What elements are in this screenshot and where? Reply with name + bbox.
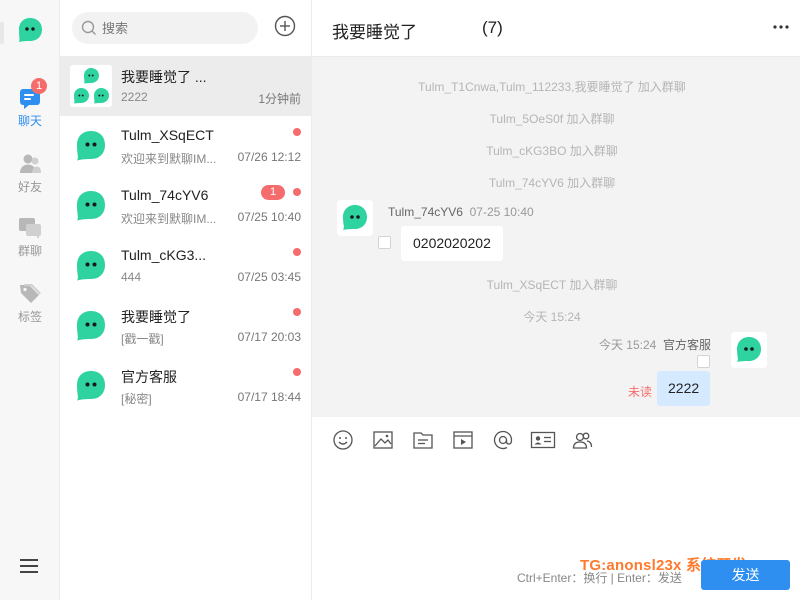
mention-icon[interactable] bbox=[492, 429, 514, 451]
select-message-checkbox[interactable] bbox=[697, 355, 710, 368]
message-bubble-incoming[interactable]: 0202020202 bbox=[401, 226, 503, 261]
conversation-name: Tulm_74cYV6 bbox=[121, 187, 209, 203]
member-count: (7) bbox=[482, 18, 503, 37]
nav-item-chat[interactable]: 1 聊天 bbox=[0, 78, 60, 136]
select-message-checkbox[interactable] bbox=[378, 236, 391, 249]
nav-label-chat: 聊天 bbox=[17, 114, 42, 128]
user-avatar bbox=[77, 251, 105, 281]
nav-label-group-chat: 群聊 bbox=[17, 244, 42, 258]
conversation-preview: [秘密] bbox=[121, 392, 152, 406]
conversation-preview: 欢迎来到默聊IM... bbox=[121, 152, 217, 166]
message-input[interactable] bbox=[328, 463, 784, 553]
conversation-item[interactable]: 我要睡觉了 [戳一戳] 07/17 20:03 bbox=[60, 296, 312, 356]
emoji-icon[interactable] bbox=[332, 429, 354, 451]
chat-panel: 我要睡觉了 (7) Tulm_T1Cnwa,Tulm_112233,我要睡觉了 … bbox=[312, 0, 800, 600]
conversation-name: 我要睡觉了 ... bbox=[121, 69, 207, 85]
unread-dot bbox=[293, 248, 301, 256]
conversation-preview: [戳一戳] bbox=[121, 332, 164, 346]
conversation-item[interactable]: Tulm_cKG3... 444 07/25 03:45 bbox=[60, 236, 312, 296]
composer-toolbar bbox=[312, 417, 800, 463]
system-message: Tulm_XSqECT 加入群聊 bbox=[486, 278, 618, 292]
conversation-name: 官方客服 bbox=[121, 369, 177, 385]
nav-item-tags[interactable]: 标签 bbox=[0, 282, 60, 332]
unread-dot bbox=[293, 128, 301, 136]
system-message: Tulm_T1Cnwa,Tulm_112233,我要睡觉了 加入群聊 bbox=[418, 80, 686, 94]
search-box[interactable] bbox=[72, 12, 258, 44]
unread-dot bbox=[293, 308, 301, 316]
conversation-list-panel: 我要睡觉了 ... 2222 1分钟前 Tulm_XSqECT 欢迎来到默聊IM… bbox=[60, 0, 312, 600]
im-app-window: 1 聊天 好友 群聊 标签 搜索 我要睡觉了 ... 2222 1分钟前 Tul… bbox=[0, 0, 800, 600]
user-avatar bbox=[77, 371, 105, 401]
message-meta: 今天 15:24 官方客服 bbox=[599, 336, 711, 353]
message-sender: 官方客服 bbox=[662, 338, 711, 352]
user-avatar bbox=[77, 131, 105, 161]
user-avatar bbox=[77, 191, 105, 221]
message-list: Tulm_T1Cnwa,Tulm_112233,我要睡觉了 加入群聊 Tulm_… bbox=[312, 57, 800, 417]
chat-header: 我要睡觉了 (7) bbox=[312, 0, 800, 57]
video-icon[interactable] bbox=[452, 429, 474, 451]
system-message: Tulm_74cYV6 加入群聊 bbox=[488, 176, 616, 190]
chat-unread-badge: 1 bbox=[31, 78, 47, 94]
tag-icon bbox=[20, 284, 41, 303]
conversation-time: 07/26 12:12 bbox=[237, 150, 301, 164]
conversation-name: Tulm_XSqECT bbox=[121, 127, 214, 143]
nav-item-friends[interactable]: 好友 bbox=[0, 152, 60, 202]
conversation-preview: 444 bbox=[121, 270, 142, 284]
conversation-time: 07/17 18:44 bbox=[237, 390, 301, 404]
conversation-preview: 欢迎来到默聊IM... bbox=[121, 212, 217, 226]
message-bubble-outgoing[interactable]: 2222 bbox=[657, 371, 711, 406]
group-avatar bbox=[70, 65, 112, 107]
search-icon bbox=[81, 20, 96, 35]
nav-item-group-chat[interactable]: 群聊 bbox=[0, 216, 60, 266]
image-icon[interactable] bbox=[372, 429, 394, 451]
left-nav-rail: 1 聊天 好友 群聊 标签 bbox=[0, 0, 60, 600]
hamburger-menu-icon[interactable] bbox=[19, 556, 39, 576]
logo-indicator bbox=[0, 22, 4, 44]
self-avatar bbox=[731, 332, 767, 368]
read-status: 未读 bbox=[628, 385, 653, 399]
conversation-time: 1分钟前 bbox=[258, 92, 301, 106]
conversation-time: 07/17 20:03 bbox=[237, 330, 301, 344]
search-input[interactable] bbox=[102, 12, 252, 44]
conversation-item[interactable]: Tulm_XSqECT 欢迎来到默聊IM... 07/26 12:12 bbox=[60, 116, 312, 176]
nav-label-tags: 标签 bbox=[17, 310, 42, 324]
conversation-time: 07/25 03:45 bbox=[237, 270, 301, 284]
more-options-icon[interactable] bbox=[772, 18, 790, 36]
friends-icon bbox=[20, 154, 41, 173]
conversation-preview: 2222 bbox=[121, 90, 148, 104]
message-meta: Tulm_74cYV6 07-25 10:40 bbox=[388, 205, 534, 219]
nav-label-friends: 好友 bbox=[17, 180, 42, 194]
user-avatar bbox=[77, 311, 105, 341]
app-logo-icon bbox=[19, 18, 42, 42]
conversation-item[interactable]: 官方客服 [秘密] 07/17 18:44 bbox=[60, 356, 312, 416]
unread-dot bbox=[293, 188, 301, 196]
send-button[interactable]: 发送 bbox=[701, 560, 790, 590]
system-message: Tulm_5OeS0f 加入群聊 bbox=[489, 112, 615, 126]
sender-avatar bbox=[337, 200, 373, 236]
message-sender: Tulm_74cYV6 bbox=[388, 205, 463, 219]
contact-card-icon[interactable] bbox=[530, 429, 556, 451]
conversation-item[interactable]: 我要睡觉了 ... 2222 1分钟前 bbox=[60, 56, 312, 116]
message-time: 07-25 10:40 bbox=[469, 205, 534, 219]
add-plus-icon[interactable] bbox=[274, 15, 296, 37]
conversation-time: 07/25 10:40 bbox=[237, 210, 301, 224]
file-icon[interactable] bbox=[412, 429, 434, 451]
group-chat-icon bbox=[19, 218, 41, 239]
chat-title: 我要睡觉了 bbox=[332, 23, 417, 42]
unread-dot bbox=[293, 368, 301, 376]
conversation-name: Tulm_cKG3... bbox=[121, 247, 207, 263]
message-time: 今天 15:24 bbox=[598, 338, 657, 352]
system-message: Tulm_cKG3BO 加入群聊 bbox=[486, 144, 618, 158]
group-members-icon[interactable] bbox=[571, 429, 593, 451]
conversation-name: 我要睡觉了 bbox=[121, 309, 191, 325]
conversation-item[interactable]: Tulm_74cYV6 欢迎来到默聊IM... 07/25 10:40 1 bbox=[60, 176, 312, 236]
timestamp-divider: 今天 15:24 bbox=[523, 310, 581, 324]
unread-count-badge: 1 bbox=[261, 185, 285, 200]
